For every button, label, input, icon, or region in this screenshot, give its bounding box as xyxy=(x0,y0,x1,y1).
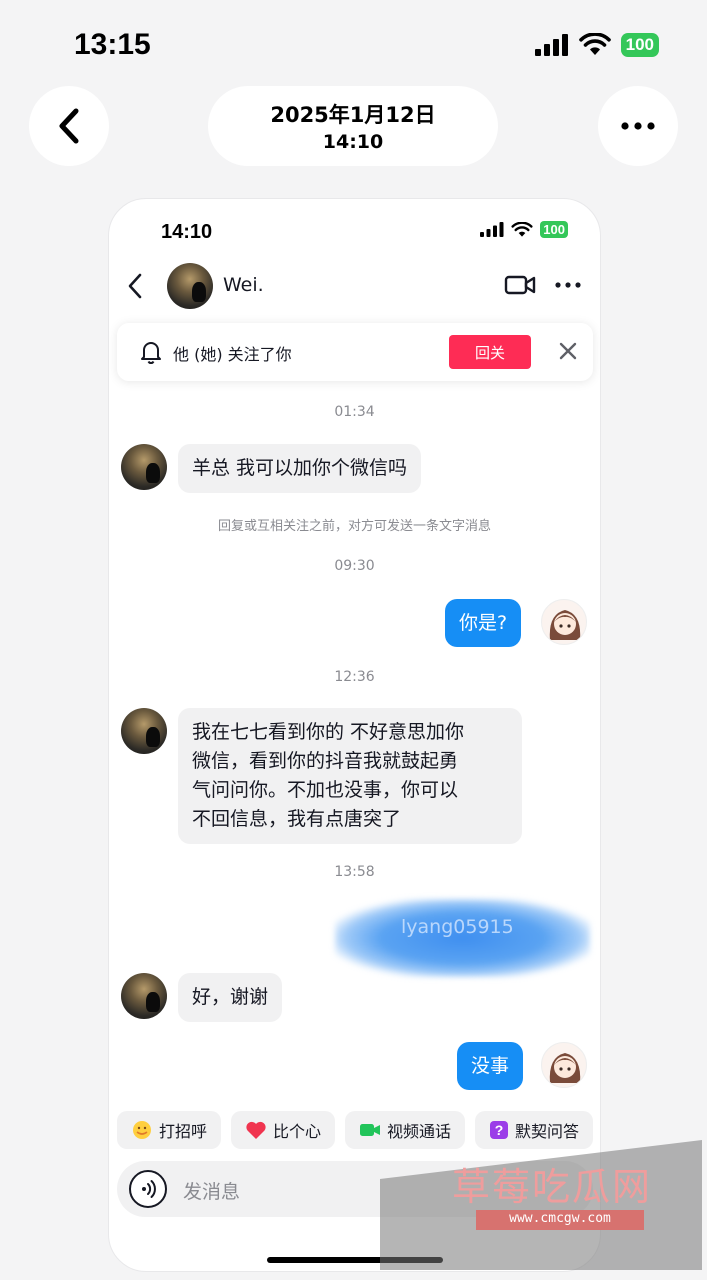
chat-more-icon[interactable] xyxy=(555,273,581,297)
redacted-message: lyang05915 xyxy=(401,916,514,938)
back-button[interactable] xyxy=(29,86,109,166)
chat-header: Wei. xyxy=(109,261,600,313)
contact-avatar[interactable] xyxy=(121,444,167,490)
inner-status-time: 14:10 xyxy=(161,221,213,243)
quick-actions: 打招呼 比个心 视频通话 ? 默契问答 xyxy=(117,1111,594,1149)
quick-action-video-call[interactable]: 视频通话 xyxy=(345,1111,466,1149)
watermark-title: 草莓吃瓜网 xyxy=(452,1165,653,1209)
contact-name[interactable]: Wei. xyxy=(223,274,264,296)
inner-status-icons: 100 xyxy=(480,221,568,238)
quick-action-label: 比个心 xyxy=(273,1122,322,1141)
redacted-scribble xyxy=(335,899,590,977)
quick-action-greet[interactable]: 打招呼 xyxy=(117,1111,222,1149)
contact-avatar[interactable] xyxy=(121,708,167,754)
more-dots-icon xyxy=(621,122,655,130)
incoming-message[interactable]: 我在七七看到你的 不好意思加你 微信，看到你的抖音我就鼓起勇 气问问你。不加也没… xyxy=(178,708,522,844)
contact-avatar[interactable] xyxy=(167,263,213,309)
close-icon[interactable] xyxy=(557,340,579,362)
record-time: 14:10 xyxy=(322,131,384,153)
anime-girl-avatar-icon xyxy=(549,610,581,640)
outgoing-message[interactable]: 没事 xyxy=(457,1042,524,1090)
cellular-signal-icon xyxy=(534,34,568,56)
my-avatar[interactable] xyxy=(541,599,587,645)
voice-input-button[interactable] xyxy=(129,1170,167,1208)
message-timestamp: 09:30 xyxy=(334,558,375,574)
message-input[interactable]: 发消息 xyxy=(183,1177,240,1204)
watermark-url: www.cmcgw.com xyxy=(509,1211,611,1226)
message-timestamp: 01:34 xyxy=(334,404,375,420)
message-line: 我在七七看到你的 不好意思加你 xyxy=(192,721,465,743)
incoming-message[interactable]: 羊总 我可以加你个微信吗 xyxy=(178,444,422,493)
message-timestamp: 12:36 xyxy=(334,669,375,685)
video-call-icon[interactable] xyxy=(504,273,536,297)
message-line: 不回信息，我有点唐突了 xyxy=(192,808,402,830)
message-timestamp: 13:58 xyxy=(334,864,375,880)
battery-icon: 100 xyxy=(540,221,568,238)
record-date-pill: 2025年1月12日 14:10 xyxy=(208,86,498,166)
status-time: 13:15 xyxy=(74,28,151,61)
video-camera-icon xyxy=(360,1124,381,1136)
outgoing-message[interactable]: 你是? xyxy=(445,599,522,647)
quick-action-quiz[interactable]: ? 默契问答 xyxy=(475,1111,594,1149)
cellular-signal-icon xyxy=(480,222,504,237)
quick-action-label: 打招呼 xyxy=(159,1122,208,1141)
quick-action-label: 默契问答 xyxy=(515,1122,580,1141)
system-notice: 回复或互相关注之前，对方可发送一条文字消息 xyxy=(217,519,491,534)
wave-emoji-icon xyxy=(133,1121,151,1139)
my-avatar[interactable] xyxy=(541,1042,587,1088)
anime-girl-avatar-icon xyxy=(549,1053,581,1083)
chevron-left-icon xyxy=(59,108,79,144)
wifi-icon xyxy=(578,33,611,55)
record-date: 2025年1月12日 xyxy=(270,103,436,127)
voice-wave-icon xyxy=(142,1180,156,1198)
message-line: 气问问你。不加也没事，你可以 xyxy=(192,779,459,801)
contact-avatar[interactable] xyxy=(121,973,167,1019)
svg-text:?: ? xyxy=(495,1122,504,1138)
heart-icon xyxy=(246,1121,266,1139)
quick-action-heart[interactable]: 比个心 xyxy=(231,1111,336,1149)
follow-banner: 他 (她) 关注了你 回关 xyxy=(117,323,593,381)
bell-icon xyxy=(141,342,161,364)
incoming-message[interactable]: 好，谢谢 xyxy=(178,973,283,1022)
question-box-icon: ? xyxy=(490,1121,509,1139)
message-line: 微信，看到你的抖音我就鼓起勇 xyxy=(192,750,459,772)
quick-action-label: 视频通话 xyxy=(387,1122,452,1141)
back-arrow-icon[interactable] xyxy=(125,271,145,301)
follow-banner-text: 他 (她) 关注了你 xyxy=(173,345,292,364)
follow-back-button[interactable]: 回关 xyxy=(449,335,531,369)
status-bar: 13:15 100 xyxy=(0,0,707,90)
battery-icon: 100 xyxy=(620,33,659,57)
status-icons: 100 xyxy=(534,33,659,57)
chat-screenshot: 14:10 100 Wei. 他 (她) 关注了你 回关 01:34 羊总 我可… xyxy=(108,198,601,1272)
wifi-icon xyxy=(511,221,533,237)
more-button[interactable] xyxy=(598,86,678,166)
